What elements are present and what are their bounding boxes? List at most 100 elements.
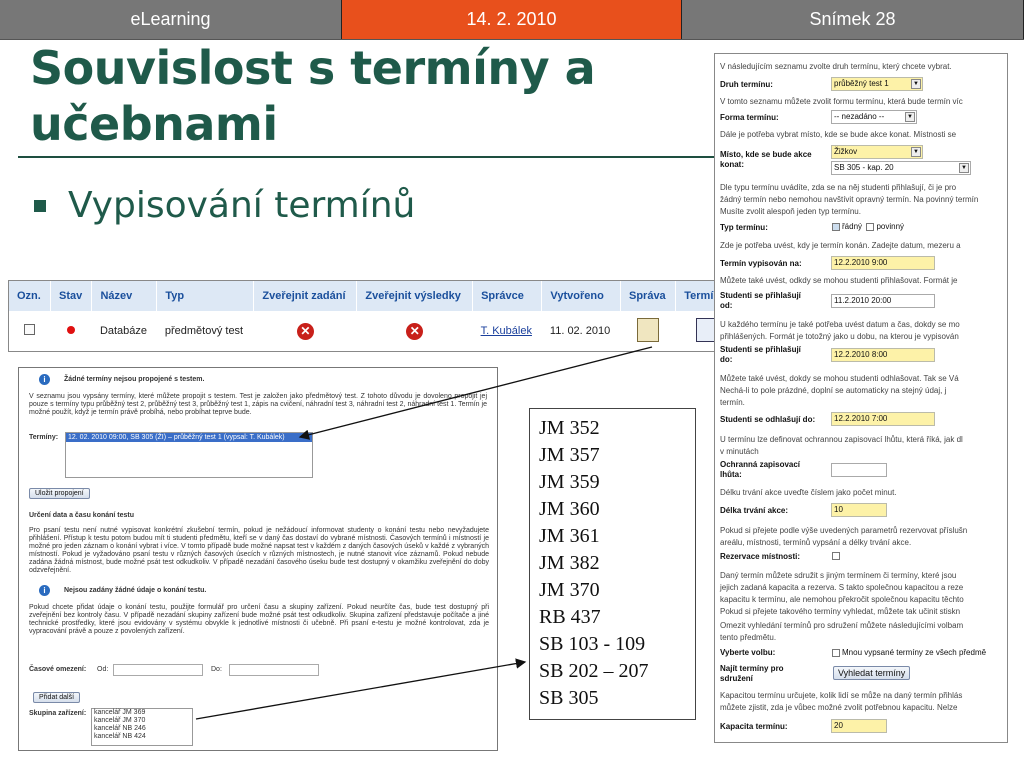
- help-text: můžete zjistit, zda je vůbec možné zvoli…: [720, 703, 958, 712]
- col-typ[interactable]: Typ: [156, 281, 255, 311]
- help-text: Dále je potřeba vybrat místo, kde se bud…: [720, 130, 957, 139]
- list-item[interactable]: kancelář NB 424: [94, 733, 192, 741]
- col-zverejnit-zadani[interactable]: Zveřejnit zadání: [253, 281, 358, 311]
- signup-from-label-2: od:: [720, 301, 733, 310]
- bullet-text: Vypisování termínů: [68, 185, 416, 226]
- term-date-input[interactable]: 12.2.2010 9:00: [831, 256, 935, 270]
- col-ozn[interactable]: Ozn.: [9, 281, 52, 311]
- duration-input[interactable]: 10: [831, 503, 887, 517]
- list-item[interactable]: kancelář JM 369: [94, 709, 192, 717]
- mandatory-checkbox[interactable]: [866, 222, 875, 231]
- protective-period-input[interactable]: [831, 463, 887, 477]
- tests-table-panel: Ozn. Stav Název Typ Zveřejnit zadání Zve…: [8, 280, 720, 352]
- col-vytvoreno[interactable]: Vytvořeno: [541, 281, 621, 311]
- help-text: Zde je potřeba uvést, kdy je termín koná…: [720, 241, 961, 250]
- signup-to-input[interactable]: 12.2.2010 8:00: [831, 348, 935, 362]
- room-item: RB 437: [539, 606, 601, 628]
- room-item: JM 370: [539, 579, 600, 601]
- room-item: SB 305: [539, 687, 599, 709]
- unpublished-x-icon[interactable]: ✕: [296, 322, 314, 340]
- from-input[interactable]: [113, 664, 203, 676]
- status-red-dot-icon: [67, 326, 76, 334]
- help-text: Kapacitou termínu určujete, kolik lidí s…: [720, 691, 963, 700]
- title-underline: [18, 156, 718, 158]
- signup-to-label-2: do:: [720, 355, 733, 364]
- rooms-list: JM 352 JM 357 JM 359 JM 360 JM 361 JM 38…: [529, 408, 696, 720]
- help-text: U každého termínu je také potřeba uvést …: [720, 320, 960, 329]
- admin-link[interactable]: T. Kubálek: [481, 325, 532, 337]
- help-text: kapacitu k termínu, ale nemohou překroči…: [720, 595, 964, 604]
- room-select[interactable]: SB 305 - kap. 20 ▼: [831, 161, 971, 175]
- help-text: přihlášených. Formát je totožný jako u d…: [720, 332, 959, 341]
- find-terms-label-2: sdružení: [720, 674, 753, 683]
- row-checkbox[interactable]: [24, 324, 36, 335]
- test-link-panel: i Žádné termíny nejsou propojené s testem…: [18, 367, 498, 751]
- col-nazev[interactable]: Název: [91, 281, 158, 311]
- unpublished-x-icon[interactable]: ✕: [406, 322, 424, 340]
- area-select[interactable]: Žižkov ▼: [831, 145, 923, 159]
- to-input[interactable]: [229, 664, 319, 676]
- help-text: Omezit vyhledání termínů pro sdružení mů…: [720, 621, 964, 630]
- term-type-label: Typ termínu:: [720, 223, 768, 232]
- term-form-panel: V následujícím seznamu zvolte druh termí…: [714, 53, 1008, 743]
- term-kind-label: Druh termínu:: [720, 80, 773, 89]
- room-item: JM 361: [539, 525, 600, 547]
- find-terms-button[interactable]: Vyhledat termíny: [833, 666, 911, 680]
- no-data-heading: Nejsou zadány žádné údaje o konání testu…: [64, 587, 207, 594]
- term-kind-select[interactable]: průběžný test 1 ▼: [831, 77, 923, 91]
- help-text: žádný termín nebo nemohou navštívit opra…: [720, 195, 979, 204]
- help-text: Dle typu termínu uvádíte, zda se na něj …: [720, 183, 957, 192]
- help-text: Můžete také uvést, odkdy se mohou studen…: [720, 276, 958, 285]
- save-link-button[interactable]: Uložit propojení: [29, 488, 90, 499]
- chevron-down-icon: ▼: [911, 79, 921, 89]
- signup-from-label: Studenti se přihlašují: [720, 291, 801, 300]
- col-zverejnit-vysledky[interactable]: Zveřejnit výsledky: [356, 281, 474, 311]
- capacity-input[interactable]: 20: [831, 719, 887, 733]
- help-text: tento předmětu.: [720, 633, 777, 642]
- table-header-row: Ozn. Stav Název Typ Zveřejnit zadání Zve…: [9, 281, 719, 311]
- col-spravce[interactable]: Správce: [472, 281, 543, 311]
- help-text: Délku trvání akce uveďte číslem jako poč…: [720, 488, 897, 497]
- room-item: JM 352: [539, 417, 600, 439]
- help-text: Pokud si přejete podle výše uvedených pa…: [720, 526, 968, 535]
- selected-term-option[interactable]: 12. 02. 2010 09:00, SB 305 (ŽI) – průběž…: [66, 433, 312, 442]
- help-text: Daný termín můžete sdružit s jiným termí…: [720, 571, 957, 580]
- capacity-label: Kapacita termínu:: [720, 722, 788, 731]
- room-item: SB 202 – 207: [539, 660, 649, 682]
- edit-notepad-icon[interactable]: [637, 317, 660, 342]
- device-group-listbox[interactable]: kancelář JM 369 kancelář JM 370 kancelář…: [91, 708, 193, 746]
- protective-period-label-2: lhůta:: [720, 470, 742, 479]
- term-form-select[interactable]: -- nezadáno -- ▼: [831, 110, 917, 124]
- help-text: termín.: [720, 398, 745, 407]
- header-date: 14. 2. 2010: [342, 0, 682, 39]
- header-left: eLearning: [0, 0, 342, 39]
- col-sprava[interactable]: Správa: [620, 281, 677, 311]
- chevron-down-icon: ▼: [911, 147, 921, 157]
- add-more-button[interactable]: Přidat další: [33, 692, 81, 703]
- reservation-checkbox[interactable]: [832, 551, 840, 560]
- regular-checkbox[interactable]: [832, 222, 840, 231]
- mine-only-checkbox[interactable]: [832, 648, 840, 657]
- date-info-text: Pro psaní testu není nutné vypisovat kon…: [29, 527, 489, 574]
- help-text: U termínu lze definovat ochrannou zapiso…: [720, 435, 963, 444]
- help-text: areálu, místnosti, termínů vypsání a dél…: [720, 538, 912, 547]
- signup-to-label: Studenti se přihlašují: [720, 345, 801, 354]
- terms-listbox[interactable]: 12. 02. 2010 09:00, SB 305 (ŽI) – průběž…: [65, 432, 313, 478]
- device-group-label: Skupina zařízení:: [29, 710, 87, 717]
- info-icon: i: [39, 374, 50, 385]
- help-text: V následujícím seznamu zvolte druh termí…: [720, 62, 952, 71]
- row-type: předmětový test: [164, 325, 244, 337]
- room-item: SB 103 - 109: [539, 633, 646, 655]
- bullet-item: Vypisování termínů: [34, 185, 415, 226]
- date-section-title: Určení data a času konání testu: [29, 512, 135, 519]
- list-item[interactable]: kancelář JM 370: [94, 717, 192, 725]
- help-text: V tomto seznamu můžete zvolit formu term…: [720, 97, 963, 106]
- unsubscribe-input[interactable]: 12.2.2010 7:00: [831, 412, 935, 426]
- signup-from-input[interactable]: 11.2.2010 20:00: [831, 294, 935, 308]
- terms-label: Termíny:: [29, 434, 59, 441]
- col-stav[interactable]: Stav: [50, 281, 93, 311]
- table-row: Databáze předmětový test ✕ ✕ T. Kubálek …: [9, 311, 719, 351]
- place-label: Místo, kde se bude akce: [720, 150, 812, 159]
- list-item[interactable]: kancelář NB 246: [94, 725, 192, 733]
- title-line-1: Souvislost s termíny a: [30, 41, 596, 95]
